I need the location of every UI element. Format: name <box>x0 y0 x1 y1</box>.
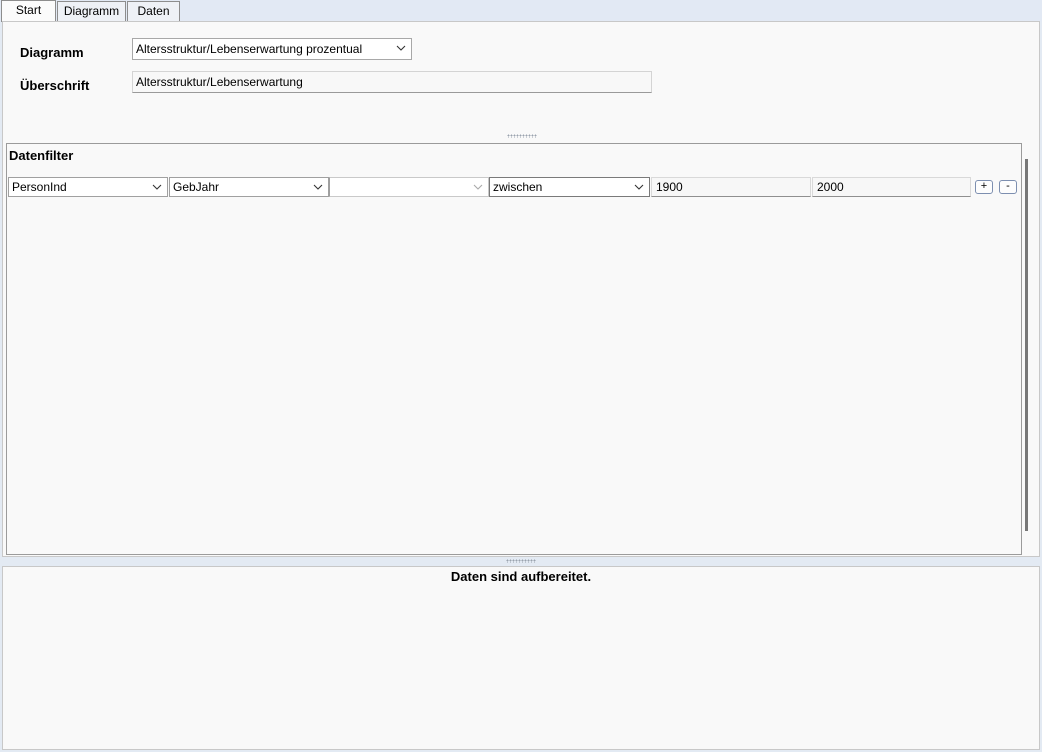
filter-operator-value: zwischen <box>493 180 543 194</box>
diagram-label: Diagramm <box>20 45 84 60</box>
chevron-down-icon <box>634 184 644 191</box>
add-filter-button[interactable]: + <box>975 180 993 194</box>
scrollbar-thumb[interactable] <box>1025 159 1028 531</box>
chevron-down-icon <box>313 184 323 191</box>
chevron-down-icon <box>396 45 406 52</box>
chevron-down-icon <box>473 184 483 191</box>
tab-diagramm[interactable]: Diagramm <box>57 1 126 21</box>
filter-field-select[interactable]: GebJahr <box>169 177 329 197</box>
filter-from-input[interactable]: 1900 <box>651 177 811 197</box>
filter-table-select[interactable]: PersonInd <box>8 177 168 197</box>
grip-dots-icon[interactable] <box>507 134 537 138</box>
status-message: Daten sind aufbereitet. <box>450 569 592 584</box>
settings-panel: Diagramm Altersstruktur/Lebenserwartung … <box>2 21 1040 557</box>
diagram-select[interactable]: Altersstruktur/Lebenserwartung prozentua… <box>132 38 412 60</box>
filter-box: Datenfilter PersonInd GebJahr zwischen 1… <box>6 143 1022 555</box>
filter-title: Datenfilter <box>9 148 74 163</box>
filter-field-value: GebJahr <box>173 180 220 194</box>
diagram-select-value: Altersstruktur/Lebenserwartung prozentua… <box>136 42 363 56</box>
chevron-down-icon <box>152 184 162 191</box>
filter-operator-select[interactable]: zwischen <box>489 177 650 197</box>
tab-bar: Start Diagramm Daten <box>0 0 1042 22</box>
status-panel: Daten sind aufbereitet. <box>2 566 1040 750</box>
heading-input[interactable]: Altersstruktur/Lebenserwartung <box>132 71 652 93</box>
filter-to-input[interactable]: 2000 <box>812 177 971 197</box>
vertical-scrollbar[interactable] <box>1021 145 1035 553</box>
panel-splitter[interactable] <box>0 557 1042 566</box>
tab-daten[interactable]: Daten <box>127 1 180 21</box>
heading-label: Überschrift <box>20 78 90 93</box>
filter-third-select[interactable] <box>329 177 489 197</box>
grip-dots-icon[interactable] <box>506 559 536 563</box>
tab-start[interactable]: Start <box>1 0 56 22</box>
remove-filter-button[interactable]: - <box>999 180 1017 194</box>
filter-table-value: PersonInd <box>12 180 67 194</box>
